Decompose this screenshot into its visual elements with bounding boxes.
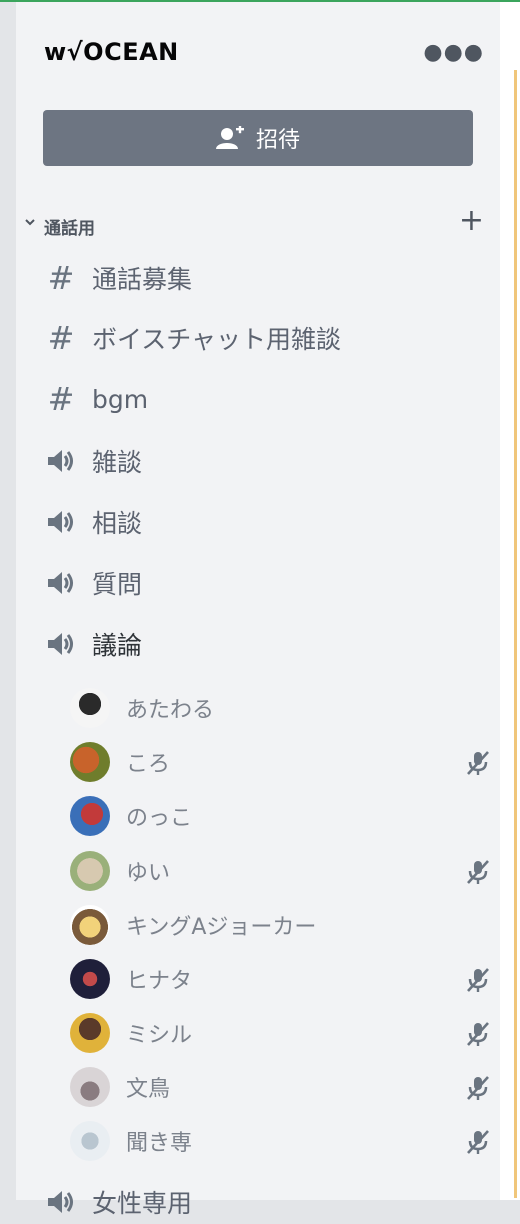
speaker-icon [44,505,78,539]
avatar [70,796,110,836]
voice-channel-item[interactable]: 議論 [44,622,484,666]
speaker-icon [44,566,78,600]
server-header[interactable]: w√OCEAN ●●● [44,34,484,74]
voice-user[interactable]: ヒナタ [70,957,490,1001]
voice-user[interactable]: キングAジョーカー [70,903,490,947]
voice-channel-item[interactable]: 質問 [44,561,484,605]
channel-label: 議論 [92,631,143,660]
channel-item[interactable]: # bgm [44,377,484,421]
speaker-icon [44,627,78,661]
hash-icon: # [47,380,75,418]
mic-muted-icon [467,968,489,992]
channel-label: 質問 [92,570,143,599]
hash-icon: # [47,319,75,357]
category-header[interactable]: 通話用 + [24,206,484,242]
hash-icon: # [47,259,75,297]
user-name: ミシル [126,1023,193,1048]
voice-user[interactable]: のっこ [70,794,490,838]
voice-channel-item[interactable]: 雑談 [44,439,484,483]
user-name: キングAジョーカー [126,915,317,940]
scrollbar[interactable] [514,70,517,1198]
voice-user[interactable]: あたわる [70,686,490,730]
category-label: 通話用 [44,219,95,239]
invite-button[interactable]: 招待 [43,110,473,166]
user-name: あたわる [126,698,215,723]
channel-sidebar: w√OCEAN ●●● 招待 通話用 + # 通話募集 # ボイスチャット用雑談… [16,2,500,1218]
channel-item[interactable]: # ボイスチャット用雑談 [44,316,484,360]
avatar [70,851,110,891]
user-name: 文鳥 [126,1077,171,1102]
voice-user[interactable]: ゆい [70,849,490,893]
plus-icon[interactable]: + [459,206,484,236]
user-name: 聞き専 [126,1131,193,1156]
user-name: のっこ [126,806,193,831]
channel-label: 女性専用 [92,1189,193,1218]
voice-channel-item[interactable]: 女性専用 [44,1180,484,1224]
chevron-down-icon [25,219,35,226]
mic-muted-icon [467,1076,489,1100]
add-user-icon [215,126,244,149]
avatar [70,1121,110,1161]
channel-item[interactable]: # 通話募集 [44,256,484,300]
speaker-icon [44,444,78,478]
mic-muted-icon [467,751,489,775]
channel-label: 通話募集 [92,265,193,294]
user-name: ヒナタ [126,969,193,994]
mic-muted-icon [467,860,489,884]
mic-muted-icon [467,1022,489,1046]
voice-user[interactable]: ころ [70,740,490,784]
voice-user[interactable]: ミシル [70,1011,490,1055]
avatar [70,688,110,728]
speaker-icon [44,1185,78,1219]
server-name: w√OCEAN [44,38,179,66]
channel-label: ボイスチャット用雑談 [92,325,342,354]
mic-muted-icon [467,1130,489,1154]
avatar [70,742,110,782]
voice-user[interactable]: 聞き専 [70,1119,490,1163]
user-name: ゆい [126,861,171,886]
avatar [70,1013,110,1053]
invite-label: 招待 [255,128,300,153]
avatar [70,1067,110,1107]
right-edge [500,2,520,1200]
voice-channel-item[interactable]: 相談 [44,500,484,544]
avatar [70,959,110,999]
channel-label: 相談 [92,509,143,538]
user-name: ころ [126,752,171,777]
channel-label: 雑談 [92,448,143,477]
more-dots-icon[interactable]: ●●● [423,40,484,65]
avatar [70,905,110,945]
channel-label: bgm [92,384,149,414]
voice-user[interactable]: 文鳥 [70,1065,490,1109]
